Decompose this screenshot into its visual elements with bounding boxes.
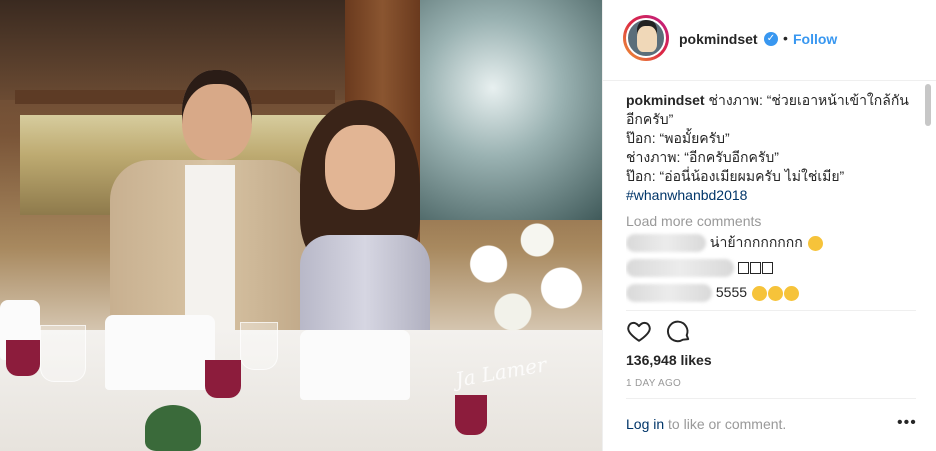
- smile-emoji-icon: [807, 235, 823, 251]
- header-username[interactable]: pokmindset: [679, 31, 758, 47]
- avatar-figure: [637, 26, 657, 52]
- more-options-button[interactable]: •••: [897, 414, 917, 432]
- login-prompt: Log in to like or comment.: [626, 416, 786, 432]
- caption-line-3: ช่างภาพ: “อีกครับอีกครับ”: [626, 149, 779, 165]
- footer-divider: [626, 398, 916, 399]
- photo-green-decor: [145, 405, 201, 451]
- photo-flowers: [440, 200, 602, 360]
- follow-button[interactable]: Follow: [793, 31, 837, 47]
- missing-glyph-icon: [737, 262, 749, 275]
- actions-divider: [626, 310, 916, 311]
- comment-text: 5555: [715, 284, 748, 300]
- likes-count[interactable]: 136,948 likes: [626, 352, 712, 368]
- missing-glyph-icon: [749, 262, 761, 275]
- laughing-emoji-icon: [783, 285, 799, 301]
- blurred-username[interactable]: [626, 284, 712, 303]
- separator-dot: •: [783, 30, 788, 46]
- instagram-post: Ja Lamer pokmindset ✓ • Follow pokmindse…: [0, 0, 936, 451]
- photo-man: [110, 70, 310, 350]
- photo-wine-glass: [6, 340, 40, 376]
- avatar[interactable]: [626, 18, 666, 58]
- photo-napkin: [300, 330, 410, 400]
- load-more-comments-button[interactable]: Load more comments: [626, 213, 916, 229]
- photo-glass: [240, 322, 278, 370]
- comments-scrollbar[interactable]: [925, 84, 931, 126]
- comment-item: 5555: [626, 280, 916, 304]
- photo-man-head: [182, 70, 252, 160]
- photo-wine-glass: [205, 360, 241, 398]
- blurred-username[interactable]: [626, 259, 734, 278]
- post-side-panel: pokmindset ✓ • Follow pokmindset ช่างภาพ…: [602, 0, 936, 451]
- photo-wine-glass: [455, 395, 487, 435]
- photo-woman: [290, 100, 460, 350]
- missing-glyph-icon: [761, 262, 773, 275]
- verified-badge-icon: ✓: [764, 32, 778, 46]
- caption-hashtag[interactable]: #whanwhanbd2018: [626, 187, 747, 203]
- laughing-emoji-icon: [767, 285, 783, 301]
- post-timestamp[interactable]: 1 DAY AGO: [626, 378, 681, 389]
- like-button[interactable]: [626, 318, 654, 346]
- comment-item: น่าย้ากกกกกกก: [626, 230, 916, 254]
- laughing-emoji-icon: [751, 285, 767, 301]
- photo-napkin: [105, 315, 215, 390]
- caption-line-4: ป๊อก: “อ่อนี่น้องเมียผมครับ ไม่ใช่เมีย”: [626, 168, 845, 184]
- login-prompt-text: to like or comment.: [664, 416, 787, 432]
- post-photo[interactable]: Ja Lamer: [0, 0, 602, 451]
- comments-area: pokmindset ช่างภาพ: “ช่วยเอาหน้าเข้าใกล้…: [626, 91, 916, 309]
- photo-glass: [40, 325, 86, 382]
- blurred-username[interactable]: [626, 234, 706, 253]
- comment-text: น่าย้ากกกกกกก: [709, 234, 803, 250]
- login-link[interactable]: Log in: [626, 416, 664, 432]
- caption-line-2: ป๊อก: “พอมั้ยครับ”: [626, 130, 730, 146]
- photo-woman-face: [325, 125, 395, 210]
- comment-item: [626, 255, 916, 279]
- caption-username[interactable]: pokmindset: [626, 92, 705, 108]
- comment-button[interactable]: [666, 318, 694, 346]
- story-ring[interactable]: [623, 15, 669, 61]
- post-header: pokmindset ✓ • Follow: [603, 0, 936, 81]
- comment-icon: [667, 320, 690, 343]
- heart-icon: [627, 321, 651, 342]
- post-caption: pokmindset ช่างภาพ: “ช่วยเอาหน้าเข้าใกล้…: [626, 91, 916, 205]
